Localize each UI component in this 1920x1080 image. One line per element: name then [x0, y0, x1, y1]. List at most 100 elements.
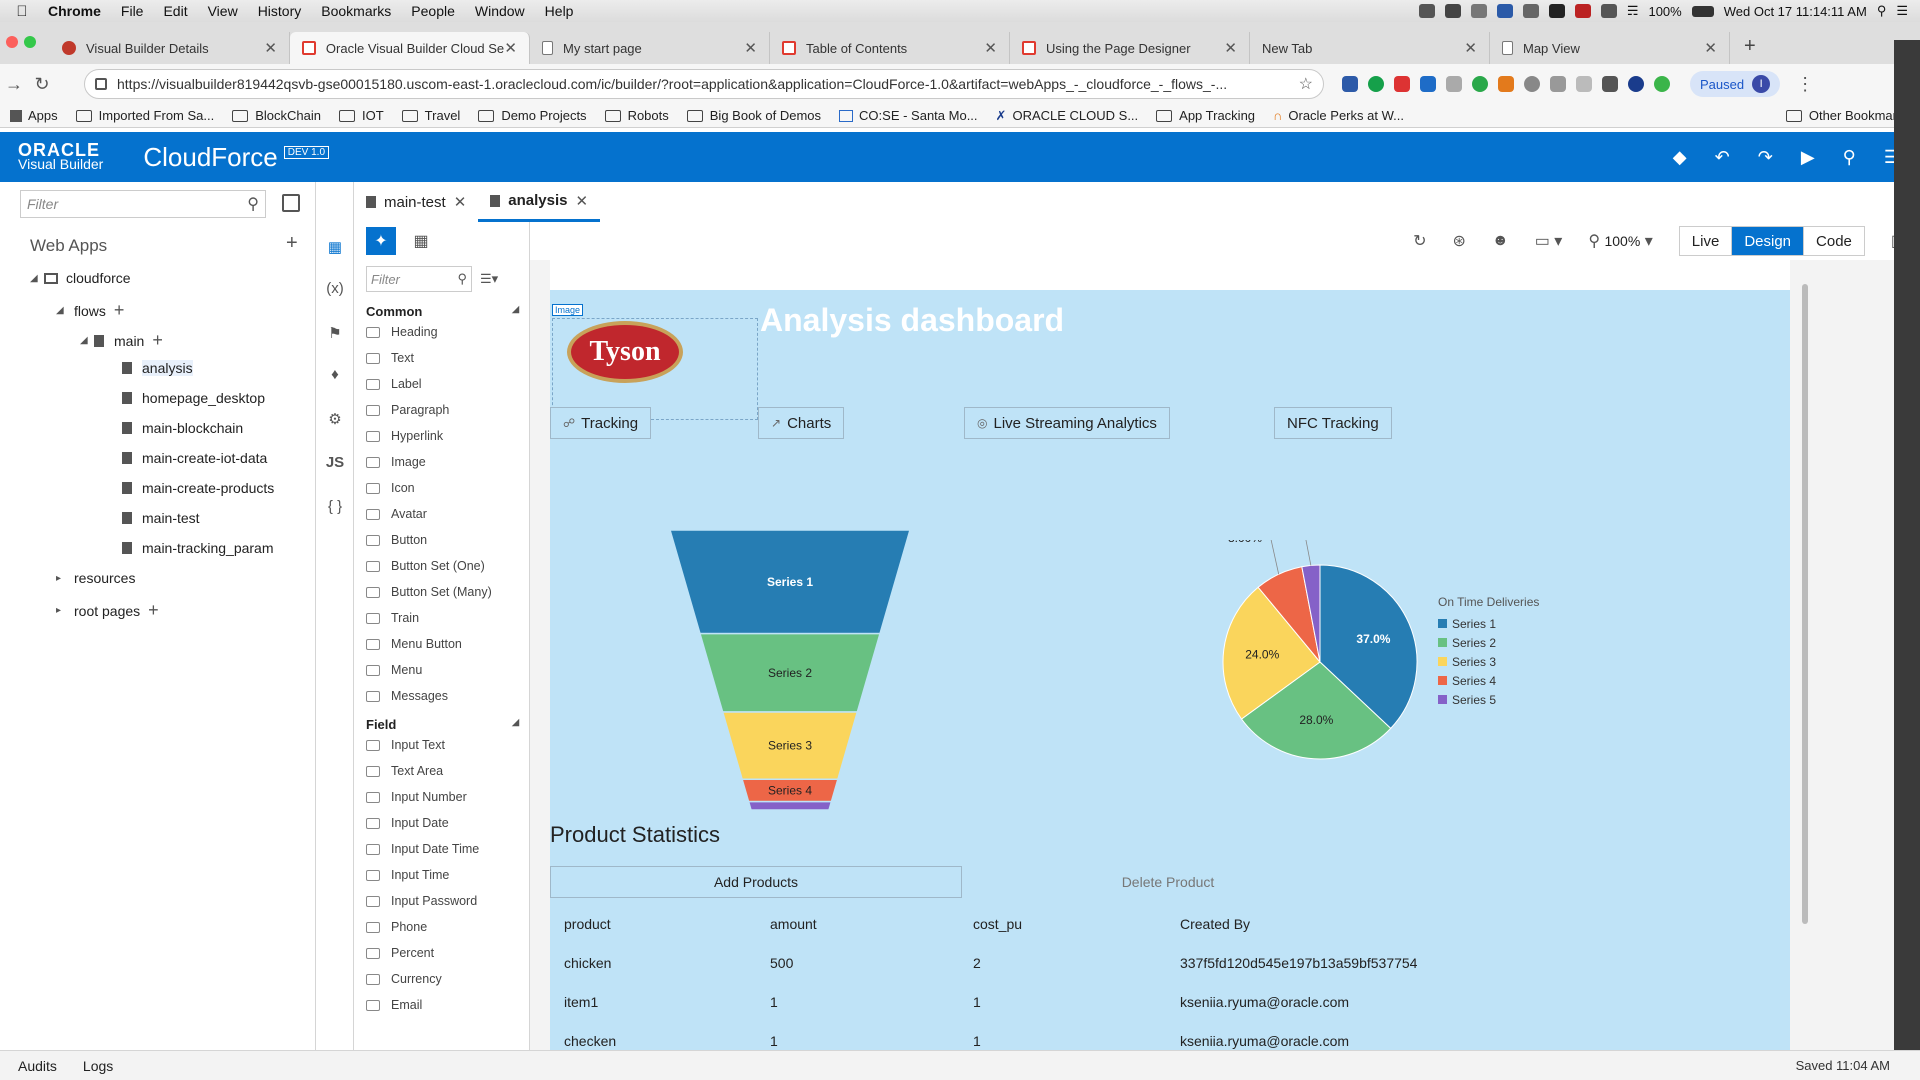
reload-icon[interactable]: ↻ [28, 74, 56, 95]
tree-page[interactable]: main-test [122, 510, 200, 526]
search-icon[interactable]: ⚲ [247, 194, 259, 214]
palette-item-text-area[interactable]: Text Area [366, 758, 529, 784]
palette-section-common[interactable]: Common ◢ [366, 304, 529, 319]
adobe-icon[interactable] [1548, 4, 1565, 18]
vue-devtools-icon[interactable] [1342, 76, 1358, 92]
canvas-scrollbar[interactable] [1802, 284, 1808, 924]
collapse-triangle-icon[interactable]: ◢ [30, 273, 44, 284]
docker-icon[interactable] [1444, 4, 1461, 18]
bookmark-link[interactable]: ✗ ORACLE CLOUD S... [996, 108, 1139, 124]
expand-triangle-icon[interactable]: ▸ [56, 573, 70, 584]
ext-code-icon[interactable] [1576, 76, 1592, 92]
ext-blue-icon[interactable] [1420, 76, 1436, 92]
back-icon[interactable]: → [0, 74, 28, 95]
add-products-button[interactable]: Add Products [550, 866, 962, 898]
legend-item[interactable]: Series 1 [1452, 617, 1496, 631]
components-puzzle-icon[interactable]: ✦ [366, 227, 396, 255]
bookmark-star-icon[interactable]: ☆ [1299, 74, 1313, 94]
palette-filter-input[interactable]: Filter ⚲ [366, 266, 472, 292]
flag-icon[interactable]: ⚑ [316, 324, 354, 342]
palette-item-text[interactable]: Text [366, 345, 529, 371]
design-mode-button[interactable]: Design [1731, 227, 1804, 255]
code-mode-button[interactable]: Code [1803, 227, 1864, 255]
palette-item-menu[interactable]: Menu [366, 657, 529, 683]
palette-item-currency[interactable]: Currency [366, 966, 529, 992]
navigator-filter-input[interactable]: Filter ⚲ [20, 190, 266, 218]
close-tab-icon[interactable]: ✕ [504, 39, 517, 57]
new-tab-button[interactable]: + [1744, 35, 1756, 58]
palette-item-label[interactable]: Label [366, 371, 529, 397]
palette-item-avatar[interactable]: Avatar [366, 501, 529, 527]
table-row[interactable]: checken 1 1 kseniia.ryuma@oracle.com [550, 1021, 1790, 1050]
palette-item-menu-button[interactable]: Menu Button [366, 631, 529, 657]
palette-item-phone[interactable]: Phone [366, 914, 529, 940]
menu-help[interactable]: Help [535, 3, 584, 19]
clock[interactable]: Wed Oct 17 11:14:11 AM [1724, 4, 1867, 19]
funnel-segment[interactable] [747, 800, 833, 811]
tree-node-root-pages[interactable]: ▸ root pages + [56, 600, 159, 621]
lastpass-icon[interactable] [1394, 76, 1410, 92]
column-header[interactable]: amount [756, 916, 959, 932]
display-icon[interactable] [1496, 4, 1513, 18]
palette-item-input-date-time[interactable]: Input Date Time [366, 836, 529, 862]
tab-main-test[interactable]: main-test ✕ [354, 182, 478, 222]
menu-app-name[interactable]: Chrome [44, 3, 111, 19]
menu-window[interactable]: Window [465, 3, 535, 19]
palette-item-percent[interactable]: Percent [366, 940, 529, 966]
add-flow-icon[interactable]: + [114, 300, 125, 321]
add-page-icon[interactable]: + [152, 330, 163, 351]
run-icon[interactable]: ▶ [1801, 147, 1815, 168]
browser-tab[interactable]: New Tab ✕ [1250, 32, 1490, 64]
palette-item-button-set-many[interactable]: Button Set (Many) [366, 579, 529, 605]
charts-button[interactable]: ↗ Charts [758, 407, 845, 439]
legend-item[interactable]: Series 5 [1452, 693, 1496, 707]
app-name[interactable]: CloudForce [143, 142, 277, 173]
javascript-icon[interactable]: JS [316, 454, 354, 471]
grammarly-icon[interactable] [1368, 76, 1384, 92]
tree-node-resources[interactable]: ▸ resources [56, 570, 135, 586]
bookmark-folder[interactable]: Travel [401, 108, 460, 123]
add-root-page-icon[interactable]: + [148, 600, 159, 621]
accessibility-icon[interactable]: ☻ [1492, 232, 1509, 250]
close-window-button[interactable] [6, 36, 18, 48]
search-icon[interactable]: ⚲ [1843, 147, 1856, 168]
tab-analysis[interactable]: analysis ✕ [478, 182, 601, 222]
profile-paused-button[interactable]: Paused I [1690, 71, 1781, 97]
battery-icon[interactable] [1691, 5, 1714, 17]
bookmark-apps[interactable]: Apps [10, 108, 58, 123]
collapse-triangle-icon[interactable]: ◢ [80, 335, 94, 346]
play-circle-icon[interactable] [1628, 76, 1644, 92]
browser-tab[interactable]: Table of Contents ✕ [770, 32, 1010, 64]
close-tab-icon[interactable]: ✕ [984, 39, 997, 57]
puzzle-icon[interactable] [1470, 4, 1487, 18]
bookmark-link[interactable]: ∩ Oracle Perks at W... [1273, 108, 1404, 123]
palette-item-train[interactable]: Train [366, 605, 529, 631]
table-row[interactable]: item1 1 1 kseniia.ryuma@oracle.com [550, 982, 1790, 1021]
git-icon[interactable]: ◆ [1673, 147, 1687, 168]
close-tab-icon[interactable]: ✕ [264, 39, 277, 57]
palette-item-email[interactable]: Email [366, 992, 529, 1018]
close-tab-icon[interactable]: ✕ [575, 192, 588, 210]
close-tab-icon[interactable]: ✕ [1704, 39, 1717, 57]
wifi-icon[interactable]: ☴ [1627, 3, 1639, 19]
palette-item-icon[interactable]: Icon [366, 475, 529, 501]
close-tab-icon[interactable]: ✕ [1224, 39, 1237, 57]
apple-icon[interactable]:  [0, 3, 44, 20]
bookmark-folder[interactable]: Robots [604, 108, 669, 123]
tree-page[interactable]: main-create-products [122, 480, 274, 496]
address-bar[interactable]: https://visualbuilder819442qsvb-gse00015… [84, 69, 1324, 99]
page-canvas[interactable]: Image Tyson Analysis dashboard ☍ Trackin… [550, 290, 1790, 1050]
table-row[interactable]: chicken 500 2 337f5fd120d545e197b13a59bf… [550, 943, 1790, 982]
palette-item-input-time[interactable]: Input Time [366, 862, 529, 888]
delete-product-button[interactable]: Delete Product [962, 866, 1374, 898]
lint-icon[interactable]: ⊛ [1452, 231, 1465, 251]
column-header[interactable]: cost_pu [959, 916, 1166, 932]
zoom-window-button[interactable] [24, 36, 36, 48]
tree-node-flows[interactable]: ◢ flows + [56, 300, 124, 321]
bookmark-link[interactable]: CO:SE - Santa Mo... [839, 108, 978, 123]
section-collapse-icon[interactable]: ◢ [512, 717, 519, 732]
redo-icon[interactable]: ↷ [1758, 147, 1773, 168]
section-collapse-icon[interactable]: ◢ [512, 304, 519, 319]
refresh-icon[interactable]: ↻ [1413, 231, 1426, 251]
ext-gray-icon[interactable] [1446, 76, 1462, 92]
